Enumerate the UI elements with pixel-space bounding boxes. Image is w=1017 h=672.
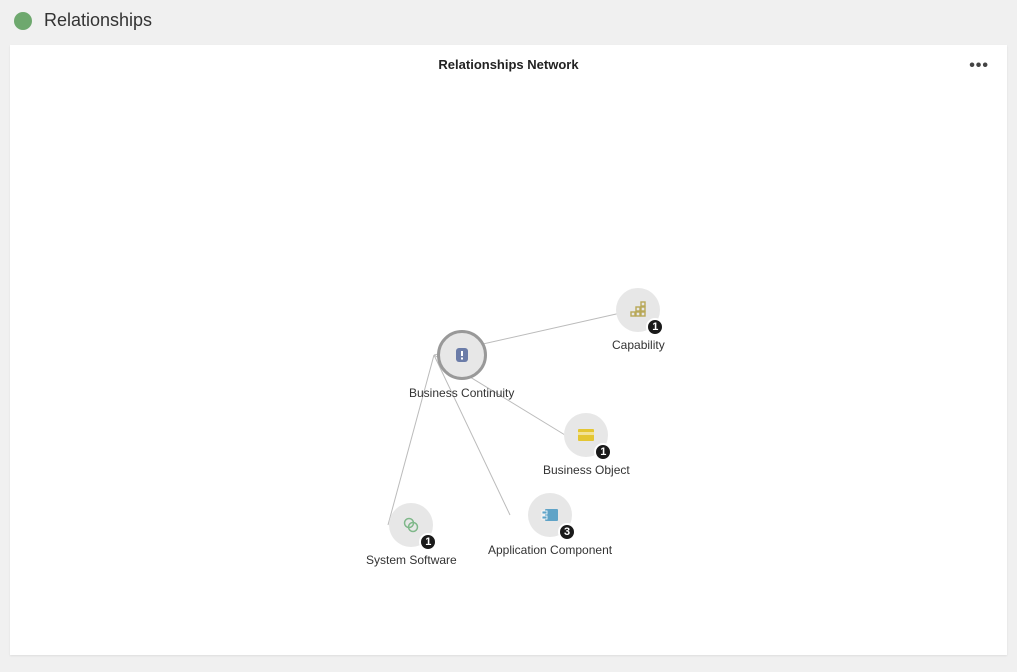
node-label: Business Continuity [409,386,514,400]
status-dot-icon [14,12,32,30]
page-title: Relationships [44,10,152,31]
node-system-software[interactable]: 1 System Software [366,503,457,567]
network-canvas: Business Continuity 1 Capability 1 Business … [10,85,1007,655]
node-label: System Software [366,553,457,567]
count-badge: 1 [594,443,612,461]
node-label: Business Object [543,463,630,477]
page-header: Relationships [0,0,1017,41]
node-business-object[interactable]: 1 Business Object [543,413,630,477]
node-business-continuity[interactable]: Business Continuity [409,330,514,400]
count-badge: 1 [419,533,437,551]
node-label: Capability [612,338,665,352]
grid-icon[interactable]: 1 [616,288,660,332]
component-icon[interactable]: 3 [528,493,572,537]
count-badge: 1 [646,318,664,336]
exclamation-icon[interactable] [437,330,487,380]
card-icon[interactable]: 1 [564,413,608,457]
panel-header: Relationships Network ••• [10,45,1007,80]
count-badge: 3 [558,523,576,541]
node-application-component[interactable]: 3 Application Component [488,493,612,557]
node-label: Application Component [488,543,612,557]
panel-title: Relationships Network [438,57,578,72]
circles-icon[interactable]: 1 [389,503,433,547]
node-capability[interactable]: 1 Capability [612,288,665,352]
more-options-icon[interactable]: ••• [969,57,989,75]
network-panel: Relationships Network ••• Business Conti… [10,45,1007,655]
